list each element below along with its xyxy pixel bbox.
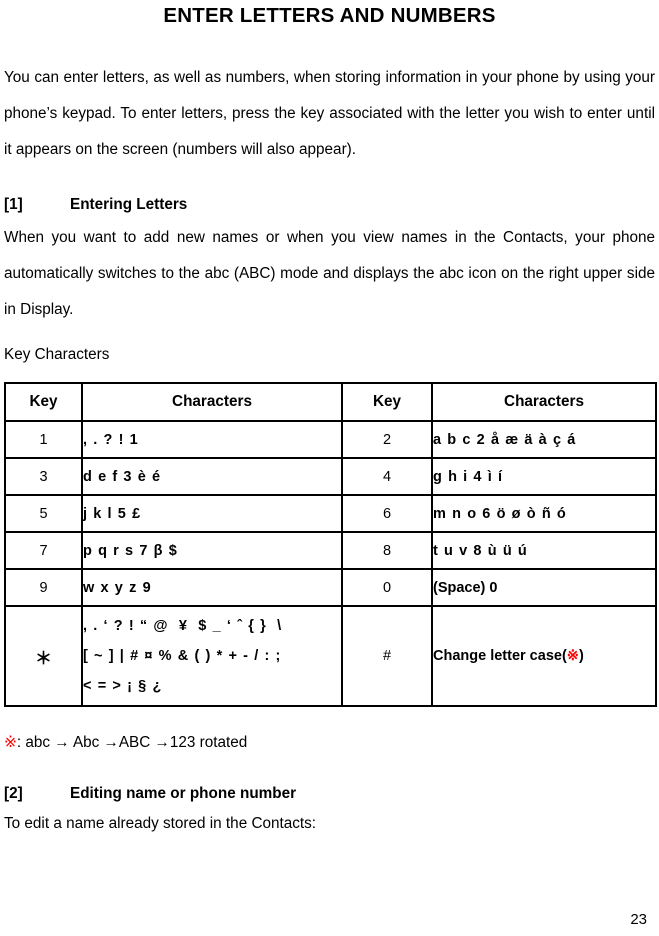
section-2-title: Editing name or phone number bbox=[70, 785, 297, 802]
key-cell: 5 bbox=[4, 494, 83, 533]
key-cell: 4 bbox=[341, 457, 433, 496]
section-2-number: [2] bbox=[4, 785, 23, 802]
key-cell: # bbox=[341, 605, 433, 707]
document-page: ENTER LETTERS AND NUMBERS You can enter … bbox=[0, 0, 659, 936]
key-cell: 3 bbox=[4, 457, 83, 496]
characters-cell: t u v 8 ù ü ú bbox=[431, 531, 657, 570]
section-1-body: When you want to add new names or when y… bbox=[4, 229, 655, 318]
characters-cell: , . ‘ ? ! “ @ ¥ $ _ ‘ ˆ { } \ [ ~ ] | # ¤… bbox=[81, 605, 343, 707]
key-characters-table: Key Characters Key Characters 1, . ? ! 1… bbox=[4, 382, 657, 707]
characters-cell: , . ? ! 1 bbox=[81, 420, 343, 459]
characters-line: , . ‘ ? ! “ @ ¥ $ _ ‘ ˆ { } \ bbox=[83, 618, 283, 634]
section-2-body: To edit a name already stored in the Con… bbox=[4, 815, 317, 832]
key-cell: 6 bbox=[341, 494, 433, 533]
page-title: ENTER LETTERS AND NUMBERS bbox=[163, 4, 496, 27]
characters-line: [ ~ ] | # ¤ % & ( ) * + - / : ; bbox=[83, 648, 282, 664]
key-cell: 2 bbox=[341, 420, 433, 459]
column-header-key-left: Key bbox=[4, 382, 83, 422]
characters-cell: Change letter case(※) bbox=[431, 605, 657, 707]
note-marker-icon: ※ bbox=[566, 648, 579, 664]
table-header-row: Key Characters Key Characters bbox=[4, 382, 657, 422]
table-row: 9w x y z 9 0 (Space) 0 bbox=[4, 568, 657, 607]
column-header-key-right: Key bbox=[341, 382, 433, 422]
characters-cell: p q r s 7 β $ bbox=[81, 531, 343, 570]
key-cell: 0 bbox=[341, 568, 433, 607]
section-1-number: [1] bbox=[4, 196, 23, 213]
table-row: ＊ , . ‘ ? ! “ @ ¥ $ _ ‘ ˆ { } \ [ ~ ] | # … bbox=[4, 605, 657, 707]
table-row: 3d e f 3 è é4g h i 4 ì í bbox=[4, 457, 657, 496]
table-row: 1, . ? ! 12a b c 2 å æ ä à ç á bbox=[4, 420, 657, 459]
section-1-heading: [1] Entering Letters bbox=[4, 190, 655, 220]
section-2-heading: [2] Editing name or phone number bbox=[4, 779, 655, 809]
characters-line: < = > ¡ § ¿ bbox=[83, 678, 163, 694]
key-cell: ＊ bbox=[4, 605, 83, 707]
characters-cell: j k l 5 £ bbox=[81, 494, 343, 533]
column-header-characters-right: Characters bbox=[431, 382, 657, 422]
characters-cell: g h i 4 ì í bbox=[431, 457, 657, 496]
characters-cell: m n o 6 ö ø ò ñ ó bbox=[431, 494, 657, 533]
key-cell: 8 bbox=[341, 531, 433, 570]
key-cell: 9 bbox=[4, 568, 83, 607]
footnote-text: : abc → Abc →ABC →123 rotated bbox=[16, 734, 248, 751]
page-number: 23 bbox=[630, 911, 647, 928]
characters-cell: w x y z 9 bbox=[81, 568, 343, 607]
key-cell: 7 bbox=[4, 531, 83, 570]
intro-paragraph: You can enter letters, as well as number… bbox=[4, 69, 655, 158]
table-row: 5j k l 5 £6 m n o 6 ö ø ò ñ ó bbox=[4, 494, 657, 533]
column-header-characters-left: Characters bbox=[81, 382, 343, 422]
characters-cell: a b c 2 å æ ä à ç á bbox=[431, 420, 657, 459]
table-body: 1, . ? ! 12a b c 2 å æ ä à ç á3d e f 3 è… bbox=[4, 420, 657, 707]
footnote-marker-icon: ※ bbox=[4, 734, 17, 751]
characters-cell: d e f 3 è é bbox=[81, 457, 343, 496]
table-caption: Key Characters bbox=[4, 346, 110, 363]
characters-cell: (Space) 0 bbox=[431, 568, 657, 607]
footnote: ※: abc → Abc →ABC →123 rotated bbox=[4, 729, 655, 757]
section-1-title: Entering Letters bbox=[70, 196, 188, 213]
table-row: 7p q r s 7 β $8 t u v 8 ù ü ú bbox=[4, 531, 657, 570]
key-cell: 1 bbox=[4, 420, 83, 459]
asterisk-key-icon: ＊ bbox=[35, 648, 52, 668]
